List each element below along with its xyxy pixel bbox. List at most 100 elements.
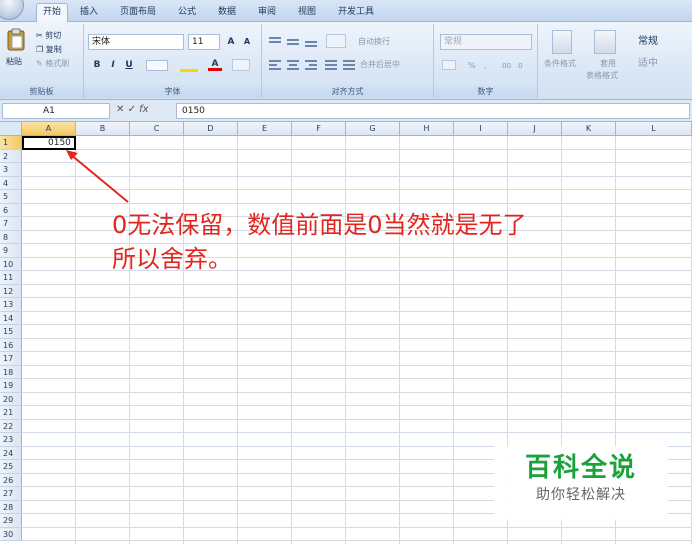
row-header-3[interactable]: 3: [0, 163, 22, 177]
column-gridline: [129, 136, 130, 544]
column-header-b[interactable]: B: [76, 122, 130, 136]
tab-formulas[interactable]: 公式: [172, 4, 202, 22]
font-size-select[interactable]: 11: [188, 34, 220, 50]
row-header-14[interactable]: 14: [0, 311, 22, 325]
cell-style-neutral[interactable]: 适中: [638, 58, 658, 70]
cut-button[interactable]: ✂ 剪切: [36, 30, 61, 42]
row-header-15[interactable]: 15: [0, 325, 22, 339]
row-header-19[interactable]: 19: [0, 379, 22, 393]
row-header-2[interactable]: 2: [0, 149, 22, 163]
row-header-7[interactable]: 7: [0, 217, 22, 231]
column-header-i[interactable]: I: [454, 122, 508, 136]
fill-color-icon[interactable]: [180, 58, 198, 72]
decrease-decimal-icon[interactable]: .0: [516, 60, 523, 72]
row-header-10[interactable]: 10: [0, 257, 22, 271]
row-header-23[interactable]: 23: [0, 433, 22, 447]
increase-decimal-icon[interactable]: .00: [500, 60, 511, 72]
column-header-j[interactable]: J: [508, 122, 562, 136]
bold-button[interactable]: B: [90, 58, 104, 72]
copy-button[interactable]: ❐ 复制: [36, 44, 62, 56]
currency-icon[interactable]: [442, 60, 456, 70]
row-header-16[interactable]: 16: [0, 338, 22, 352]
row-header-26[interactable]: 26: [0, 473, 22, 487]
grow-font-button[interactable]: A: [224, 35, 238, 49]
row-header-13[interactable]: 13: [0, 298, 22, 312]
column-header-k[interactable]: K: [562, 122, 616, 136]
paste-button[interactable]: 粘贴: [6, 56, 22, 68]
merge-center-button[interactable]: 合并后居中: [360, 59, 400, 71]
row-header-27[interactable]: 27: [0, 487, 22, 501]
number-format-select[interactable]: 常规: [440, 34, 532, 50]
row-gridline: [22, 378, 692, 379]
font-color-icon[interactable]: A: [208, 57, 222, 71]
row-header-11[interactable]: 11: [0, 271, 22, 285]
row-header-8[interactable]: 8: [0, 230, 22, 244]
column-header-c[interactable]: C: [130, 122, 184, 136]
italic-button[interactable]: I: [106, 58, 120, 72]
shrink-font-button[interactable]: A: [240, 35, 254, 49]
row-header-24[interactable]: 24: [0, 446, 22, 460]
conditional-format-icon[interactable]: [552, 30, 572, 54]
select-all-corner[interactable]: [0, 122, 22, 136]
tab-developer[interactable]: 开发工具: [332, 4, 380, 22]
cut-label: 剪切: [45, 31, 62, 40]
watermark-title: 百科全说: [524, 453, 637, 483]
column-header-d[interactable]: D: [184, 122, 238, 136]
row-gridline: [22, 202, 692, 204]
column-header-e[interactable]: E: [238, 122, 292, 136]
tab-page-layout[interactable]: 页面布局: [114, 4, 162, 22]
align-top-icon[interactable]: [268, 34, 324, 51]
tab-insert[interactable]: 插入: [74, 4, 104, 22]
office-button[interactable]: [0, 0, 24, 20]
row-header-6[interactable]: 6: [0, 203, 22, 217]
table-format-icon[interactable]: [594, 30, 616, 54]
cancel-icon[interactable]: ✕: [116, 104, 124, 115]
format-painter-button[interactable]: ✎ 格式刷: [36, 58, 69, 70]
underline-button[interactable]: U: [122, 58, 136, 72]
cell-style-normal[interactable]: 常规: [638, 36, 658, 48]
phonetic-icon[interactable]: [232, 59, 250, 71]
font-name-select[interactable]: 宋体: [88, 34, 184, 50]
row-header-22[interactable]: 22: [0, 419, 22, 433]
row-header-18[interactable]: 18: [0, 365, 22, 379]
conditional-format-button[interactable]: 条件格式: [544, 58, 576, 70]
paste-icon[interactable]: [6, 28, 26, 55]
enter-icon[interactable]: ✓: [128, 104, 136, 115]
row-header-4[interactable]: 4: [0, 176, 22, 190]
ribbon-tab-bar: 开始 插入 页面布局 公式 数据 审阅 视图 开发工具: [0, 0, 692, 23]
cell-a1[interactable]: 0150: [22, 136, 76, 150]
number-group-label: 数字: [434, 85, 537, 98]
row-header-20[interactable]: 20: [0, 392, 22, 406]
row-header-28[interactable]: 28: [0, 500, 22, 514]
row-header-30[interactable]: 30: [0, 527, 22, 541]
wrap-text-button[interactable]: 自动换行: [358, 36, 390, 48]
border-icon[interactable]: [146, 60, 168, 71]
column-header-h[interactable]: H: [400, 122, 454, 136]
tab-view[interactable]: 视图: [292, 4, 322, 22]
row-header-1[interactable]: 1: [0, 136, 22, 150]
tab-data[interactable]: 数据: [212, 4, 242, 22]
row-header-12[interactable]: 12: [0, 284, 22, 298]
column-header-l[interactable]: L: [616, 122, 692, 136]
tab-review[interactable]: 审阅: [252, 4, 282, 22]
column-header-g[interactable]: G: [346, 122, 400, 136]
row-header-17[interactable]: 17: [0, 352, 22, 366]
column-header-a[interactable]: A: [22, 122, 76, 136]
row-header-21[interactable]: 21: [0, 406, 22, 420]
row-header-9[interactable]: 9: [0, 244, 22, 258]
formula-input[interactable]: 0150: [176, 103, 690, 119]
orientation-icon[interactable]: [326, 34, 346, 48]
number-group: 常规 % , .00 .0 数字: [434, 24, 538, 98]
insert-function-icon[interactable]: fx: [139, 104, 148, 115]
table-format-button[interactable]: 套用: [600, 58, 616, 70]
name-box[interactable]: A1: [2, 103, 110, 119]
tab-home[interactable]: 开始: [36, 3, 69, 23]
percent-button[interactable]: %: [468, 60, 476, 72]
column-header-f[interactable]: F: [292, 122, 346, 136]
align-left-icon[interactable]: [268, 58, 358, 75]
scissors-icon: ✂: [36, 31, 43, 40]
row-header-25[interactable]: 25: [0, 460, 22, 474]
comma-style-icon[interactable]: ,: [484, 60, 487, 72]
row-header-29[interactable]: 29: [0, 514, 22, 528]
row-header-5[interactable]: 5: [0, 190, 22, 204]
